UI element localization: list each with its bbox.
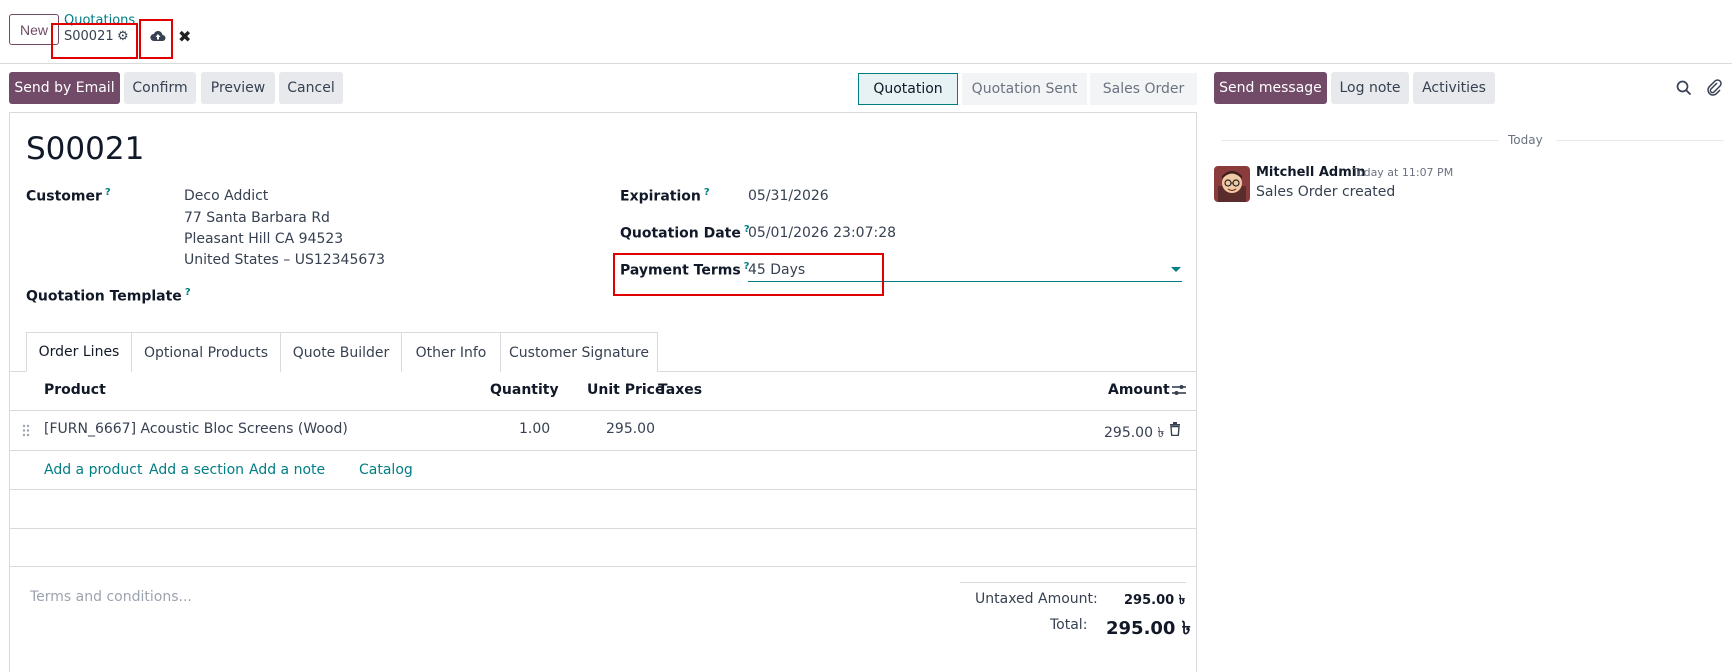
page-title: S00021 (26, 131, 145, 167)
tab-customer-signature[interactable]: Customer Signature (500, 332, 658, 372)
table-row-divider (9, 450, 1197, 451)
drag-handle-icon[interactable] (22, 424, 30, 437)
date-separator-left (1222, 140, 1498, 141)
message-body: Sales Order created (1256, 184, 1396, 200)
tab-other-info[interactable]: Other Info (401, 332, 501, 372)
cancel-button[interactable]: Cancel (279, 72, 343, 104)
table-divider-3 (9, 566, 1197, 567)
column-quantity[interactable]: Quantity (490, 382, 559, 398)
untaxed-amount-label: Untaxed Amount: (975, 591, 1098, 607)
status-quotation-sent[interactable]: Quotation Sent (962, 73, 1087, 105)
highlight-box-payment-terms (613, 253, 884, 296)
highlight-box-save (139, 19, 173, 59)
log-note-button[interactable]: Log note (1331, 72, 1409, 104)
tab-order-lines[interactable]: Order Lines (26, 332, 132, 372)
column-taxes[interactable]: Taxes (658, 382, 702, 398)
quotation-date-field[interactable]: 05/01/2026 23:07:28 (748, 225, 896, 241)
customer-address-line1: 77 Santa Barbara Rd (184, 210, 330, 226)
activities-button[interactable]: Activities (1413, 72, 1495, 104)
total-value: 295.00 ৳ (1106, 618, 1191, 639)
table-divider-2 (9, 528, 1197, 529)
send-by-email-button[interactable]: Send by Email (9, 72, 120, 104)
date-separator-right (1556, 140, 1724, 141)
tab-optional-products[interactable]: Optional Products (131, 332, 281, 372)
discard-icon[interactable]: ✖ (178, 27, 191, 46)
customer-label: Customer? (26, 187, 111, 205)
totals-divider (960, 582, 1186, 583)
trash-icon[interactable] (1169, 422, 1181, 436)
add-note-link[interactable]: Add a note (249, 462, 325, 478)
highlight-box-record (51, 23, 138, 59)
catalog-link[interactable]: Catalog (359, 462, 413, 478)
expiration-field[interactable]: 05/31/2026 (748, 188, 829, 204)
message-author[interactable]: Mitchell Admin (1256, 165, 1365, 180)
quotation-template-label: Quotation Template? (26, 287, 191, 305)
status-quotation[interactable]: Quotation (858, 73, 958, 105)
terms-input[interactable]: Terms and conditions... (30, 589, 192, 605)
row-amount: 295.00 ৳ (1104, 425, 1165, 441)
column-settings-icon[interactable] (1171, 382, 1187, 398)
column-amount[interactable]: Amount (1108, 382, 1170, 398)
row-product[interactable]: [FURN_6667] Acoustic Bloc Screens (Wood) (44, 421, 348, 437)
message-time: Today at 11:07 PM (1352, 166, 1454, 179)
preview-button[interactable]: Preview (201, 72, 275, 104)
top-control-panel: New Quotations S00021 ⚙ ✖ (0, 0, 1732, 64)
table-divider-1 (9, 489, 1197, 490)
quotation-date-label: Quotation Date? (620, 224, 750, 242)
add-product-link[interactable]: Add a product (44, 462, 142, 478)
customer-address-line2: Pleasant Hill CA 94523 (184, 231, 344, 247)
send-message-button[interactable]: Send message (1214, 72, 1327, 104)
search-icon[interactable] (1676, 80, 1692, 96)
column-product[interactable]: Product (44, 382, 106, 398)
expiration-label: Expiration? (620, 187, 710, 205)
customer-address-line3: United States – US12345673 (184, 252, 386, 268)
row-unit-price[interactable]: 295.00 (606, 421, 655, 437)
avatar[interactable] (1214, 166, 1250, 202)
row-quantity[interactable]: 1.00 (519, 421, 550, 437)
chevron-down-icon[interactable] (1171, 267, 1181, 272)
date-separator: Today (1508, 133, 1543, 147)
paperclip-icon[interactable] (1706, 78, 1722, 96)
add-section-link[interactable]: Add a section (149, 462, 244, 478)
column-unit-price[interactable]: Unit Price (587, 382, 664, 398)
customer-name[interactable]: Deco Addict (184, 188, 268, 204)
confirm-button[interactable]: Confirm (124, 72, 196, 104)
table-header-divider (9, 410, 1197, 411)
tab-quote-builder[interactable]: Quote Builder (280, 332, 402, 372)
untaxed-amount-value: 295.00 ৳ (1124, 593, 1186, 608)
status-sales-order[interactable]: Sales Order (1090, 73, 1197, 105)
total-label: Total: (1050, 617, 1088, 633)
